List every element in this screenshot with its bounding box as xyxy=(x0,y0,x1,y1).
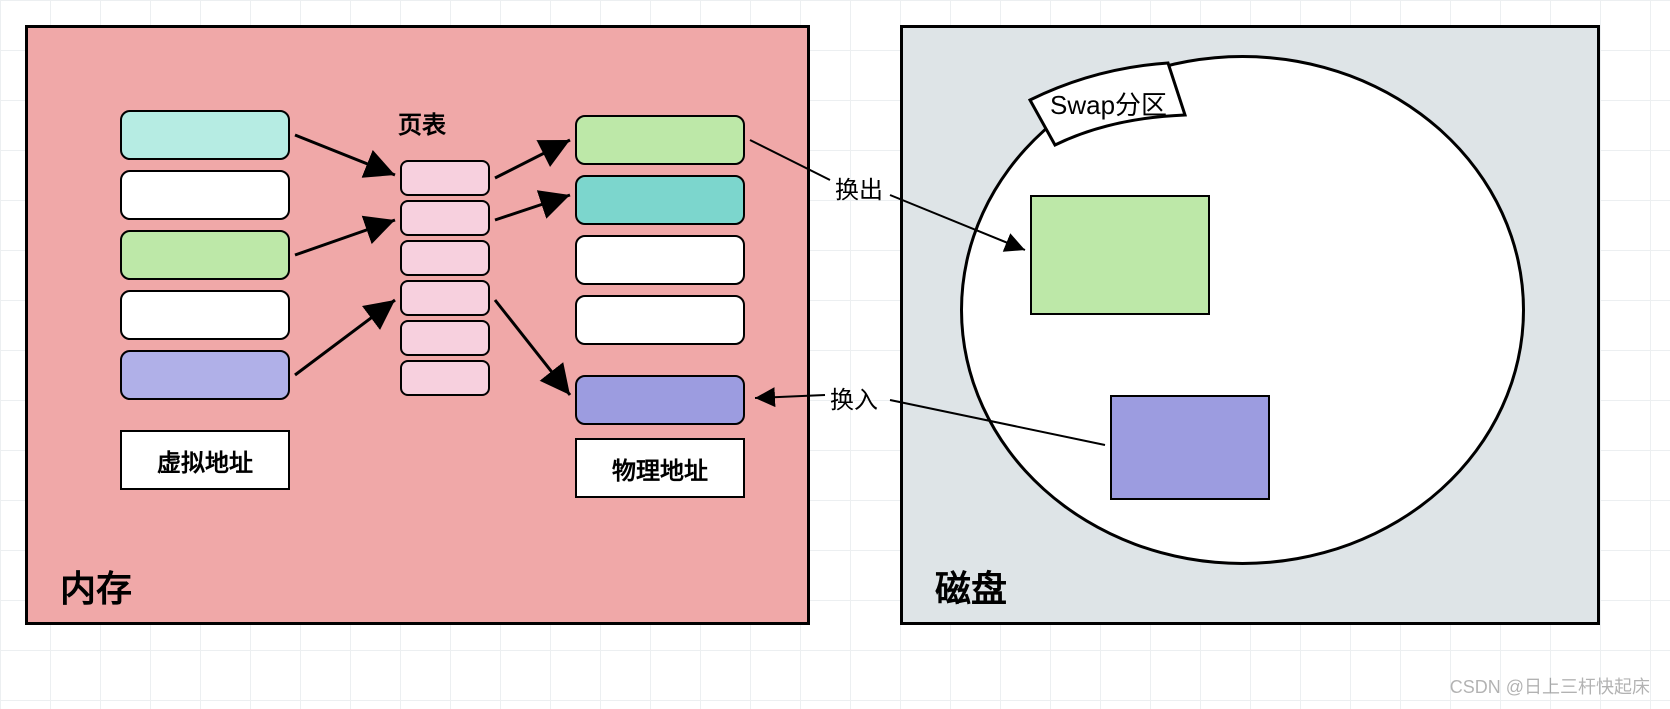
vaddr-cell xyxy=(120,170,290,220)
page-table-label: 页表 xyxy=(398,105,446,140)
paddr-cell xyxy=(575,175,745,225)
virtual-address-label: 虚拟地址 xyxy=(120,430,290,490)
watermark: CSDN @日上三杆快起床 xyxy=(1450,673,1650,699)
disk-title: 磁盘 xyxy=(935,560,1007,612)
paddr-cell xyxy=(575,375,745,425)
swap-out-label: 换出 xyxy=(835,170,883,205)
page-table-cell xyxy=(400,160,490,196)
page-table-cell xyxy=(400,320,490,356)
paddr-cell xyxy=(575,115,745,165)
paddr-cell xyxy=(575,235,745,285)
swap-label: Swap分区 xyxy=(1050,85,1167,122)
swap-in-label: 换入 xyxy=(830,380,878,415)
disk-block-purple xyxy=(1110,395,1270,500)
vaddr-cell xyxy=(120,230,290,280)
physical-address-label: 物理地址 xyxy=(575,438,745,498)
page-table-cell xyxy=(400,240,490,276)
vaddr-cell xyxy=(120,110,290,160)
vaddr-cell xyxy=(120,350,290,400)
page-table-cell xyxy=(400,200,490,236)
page-table-cell xyxy=(400,280,490,316)
page-table-cell xyxy=(400,360,490,396)
paddr-cell xyxy=(575,295,745,345)
memory-title: 内存 xyxy=(60,560,132,612)
disk-block-green xyxy=(1030,195,1210,315)
vaddr-cell xyxy=(120,290,290,340)
